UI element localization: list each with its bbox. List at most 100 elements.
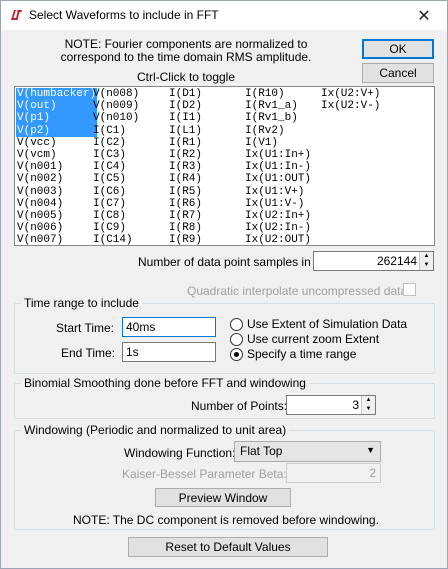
beta-input: 2 [286, 463, 381, 483]
ok-button[interactable]: OK [362, 39, 434, 59]
waveform-item[interactable]: I(C2) [92, 137, 140, 149]
waveform-item[interactable]: I(R5) [168, 186, 203, 198]
waveform-item[interactable]: I(C14) [92, 234, 140, 245]
start-time-input[interactable]: 40ms [122, 317, 216, 337]
radio-circle-selected [230, 347, 243, 361]
waveform-item[interactable]: V(vcc) [16, 137, 97, 149]
quadratic-checkbox[interactable] [403, 283, 416, 296]
waveform-item[interactable]: Ix(U2:OUT) [244, 234, 312, 245]
start-time-label: Start Time: [56, 321, 115, 335]
spinner-arrows[interactable]: ▲ ▼ [419, 252, 433, 270]
samples-value: 262144 [376, 254, 417, 268]
radio-specify-range[interactable]: Specify a time range [230, 347, 356, 361]
waveform-item[interactable]: Ix(U1:In-) [244, 161, 312, 173]
waveform-item[interactable]: I(R8) [168, 222, 203, 234]
waveform-item[interactable]: Ix(U2:V-) [320, 100, 381, 112]
radio-circle [230, 317, 243, 331]
beta-value: 2 [369, 466, 376, 480]
radio-circle [230, 332, 243, 346]
waveform-list[interactable]: V(humbacker) V(out) V(p1) V(p2) V(vcc) V(vcm)… [14, 86, 435, 246]
end-time-input[interactable]: 1s [122, 342, 216, 362]
preview-window-button[interactable]: Preview Window [155, 488, 291, 507]
waveform-item[interactable]: I(Rv2) [244, 125, 312, 137]
waveform-item[interactable]: I(Rv1_b) [244, 112, 312, 124]
waveform-item[interactable]: Ix(U1:V-) [244, 198, 312, 210]
quadratic-label: Quadratic interpolate uncompressed data [187, 284, 408, 298]
waveform-item[interactable]: Ix(U1:In+) [244, 149, 312, 161]
waveform-item[interactable]: I(D2) [168, 100, 203, 112]
waveform-item[interactable]: I(C6) [92, 186, 140, 198]
waveform-item[interactable]: Ix(U2:In-) [244, 222, 312, 234]
waveform-item[interactable]: V(n007) [16, 234, 97, 245]
window-title: Select Waveforms to include in FFT [29, 8, 219, 22]
beta-label: Kaiser-Bessel Parameter Beta: [122, 467, 287, 481]
waveform-item[interactable]: I(C7) [92, 198, 140, 210]
waveform-item[interactable]: V(n005) [16, 210, 97, 222]
close-icon: ✕ [417, 7, 431, 25]
waveform-item[interactable]: I(L1) [168, 125, 203, 137]
waveform-item[interactable]: V(humbacker) [16, 88, 98, 101]
samples-spinner[interactable]: 262144 ▲ ▼ [313, 251, 434, 271]
smoothing-title: Binomial Smoothing done before FFT and w… [21, 376, 309, 390]
waveform-item[interactable]: I(R7) [168, 210, 203, 222]
waveform-item[interactable]: I(C5) [92, 173, 140, 185]
waveform-item[interactable]: Ix(U2:V+) [320, 88, 381, 100]
waveform-item[interactable]: I(Rv1_a) [244, 100, 312, 112]
close-button[interactable]: ✕ [401, 1, 447, 30]
waveform-item[interactable]: I(R2) [168, 149, 203, 161]
windowing-function-label: Windowing Function: [124, 446, 236, 460]
ltspice-logo-icon [11, 10, 22, 20]
waveform-item[interactable]: I(C4) [92, 161, 140, 173]
ctrl-click-hint: Ctrl-Click to toggle [136, 70, 236, 84]
waveform-item[interactable]: I(R3) [168, 161, 203, 173]
chevron-down-icon: ▼ [366, 445, 375, 455]
smoothing-points-value: 3 [352, 398, 359, 412]
end-time-label: End Time: [61, 346, 116, 360]
radio-simulation-extent[interactable]: Use Extent of Simulation Data [230, 317, 407, 331]
spin-up-icon[interactable]: ▲ [362, 396, 375, 405]
waveform-item[interactable]: I(C9) [92, 222, 140, 234]
waveform-item[interactable]: I(V1) [244, 137, 312, 149]
waveform-column-2: V(n008) V(n009) V(n010) I(C1) I(C2) I(C3) I(C4… [92, 88, 140, 245]
waveform-item[interactable]: V(n008) [92, 88, 140, 100]
waveform-item[interactable]: V(out) [16, 100, 98, 113]
spinner-arrows[interactable]: ▲ ▼ [361, 396, 375, 414]
waveform-item[interactable]: V(p2) [16, 124, 98, 137]
spin-down-icon[interactable]: ▼ [420, 261, 433, 270]
waveform-item[interactable]: I(D1) [168, 88, 203, 100]
waveform-item[interactable]: I(R10) [244, 88, 312, 100]
radio-zoom-extent[interactable]: Use current zoom Extent [230, 332, 379, 346]
windowing-function-select[interactable]: Flat Top ▼ [234, 441, 381, 462]
fft-dialog: Select Waveforms to include in FFT ✕ NOT… [0, 0, 448, 569]
waveform-item[interactable]: I(C1) [92, 125, 140, 137]
smoothing-points-label: Number of Points: [191, 399, 288, 413]
waveform-item[interactable]: I(R6) [168, 198, 203, 210]
reset-defaults-button[interactable]: Reset to Default Values [128, 537, 328, 557]
waveform-item[interactable]: V(p1) [16, 112, 98, 125]
windowing-title: Windowing (Periodic and normalized to un… [21, 423, 290, 437]
waveform-item[interactable]: I(R9) [168, 234, 203, 245]
waveform-item[interactable]: V(n009) [92, 100, 140, 112]
waveform-item[interactable]: I(R1) [168, 137, 203, 149]
waveform-item[interactable]: V(n003) [16, 186, 97, 198]
spin-down-icon[interactable]: ▼ [362, 405, 375, 414]
waveform-column-5: Ix(U2:V+) Ix(U2:V-) [320, 88, 381, 112]
spin-up-icon[interactable]: ▲ [420, 252, 433, 261]
waveform-item[interactable]: Ix(U2:In+) [244, 210, 312, 222]
smoothing-points-spinner[interactable]: 3 ▲ ▼ [286, 395, 376, 415]
waveform-item[interactable]: I(R4) [168, 173, 203, 185]
time-range-title: Time range to include [21, 296, 142, 310]
cancel-button[interactable]: Cancel [362, 63, 434, 83]
waveform-item[interactable]: I(C3) [92, 149, 140, 161]
waveform-item[interactable]: V(n010) [92, 112, 140, 124]
waveform-item[interactable]: I(I1) [168, 112, 203, 124]
waveform-item[interactable]: V(n002) [16, 173, 97, 185]
waveform-item[interactable]: V(n006) [16, 222, 97, 234]
waveform-item[interactable]: Ix(U1:OUT) [244, 173, 312, 185]
waveform-item[interactable]: Ix(U1:V+) [244, 186, 312, 198]
waveform-item[interactable]: I(C8) [92, 210, 140, 222]
waveform-item[interactable]: V(n004) [16, 198, 97, 210]
samples-label: Number of data point samples in time: [138, 255, 341, 269]
waveform-item[interactable]: V(vcm) [16, 149, 97, 161]
waveform-item[interactable]: V(n001) [16, 161, 97, 173]
